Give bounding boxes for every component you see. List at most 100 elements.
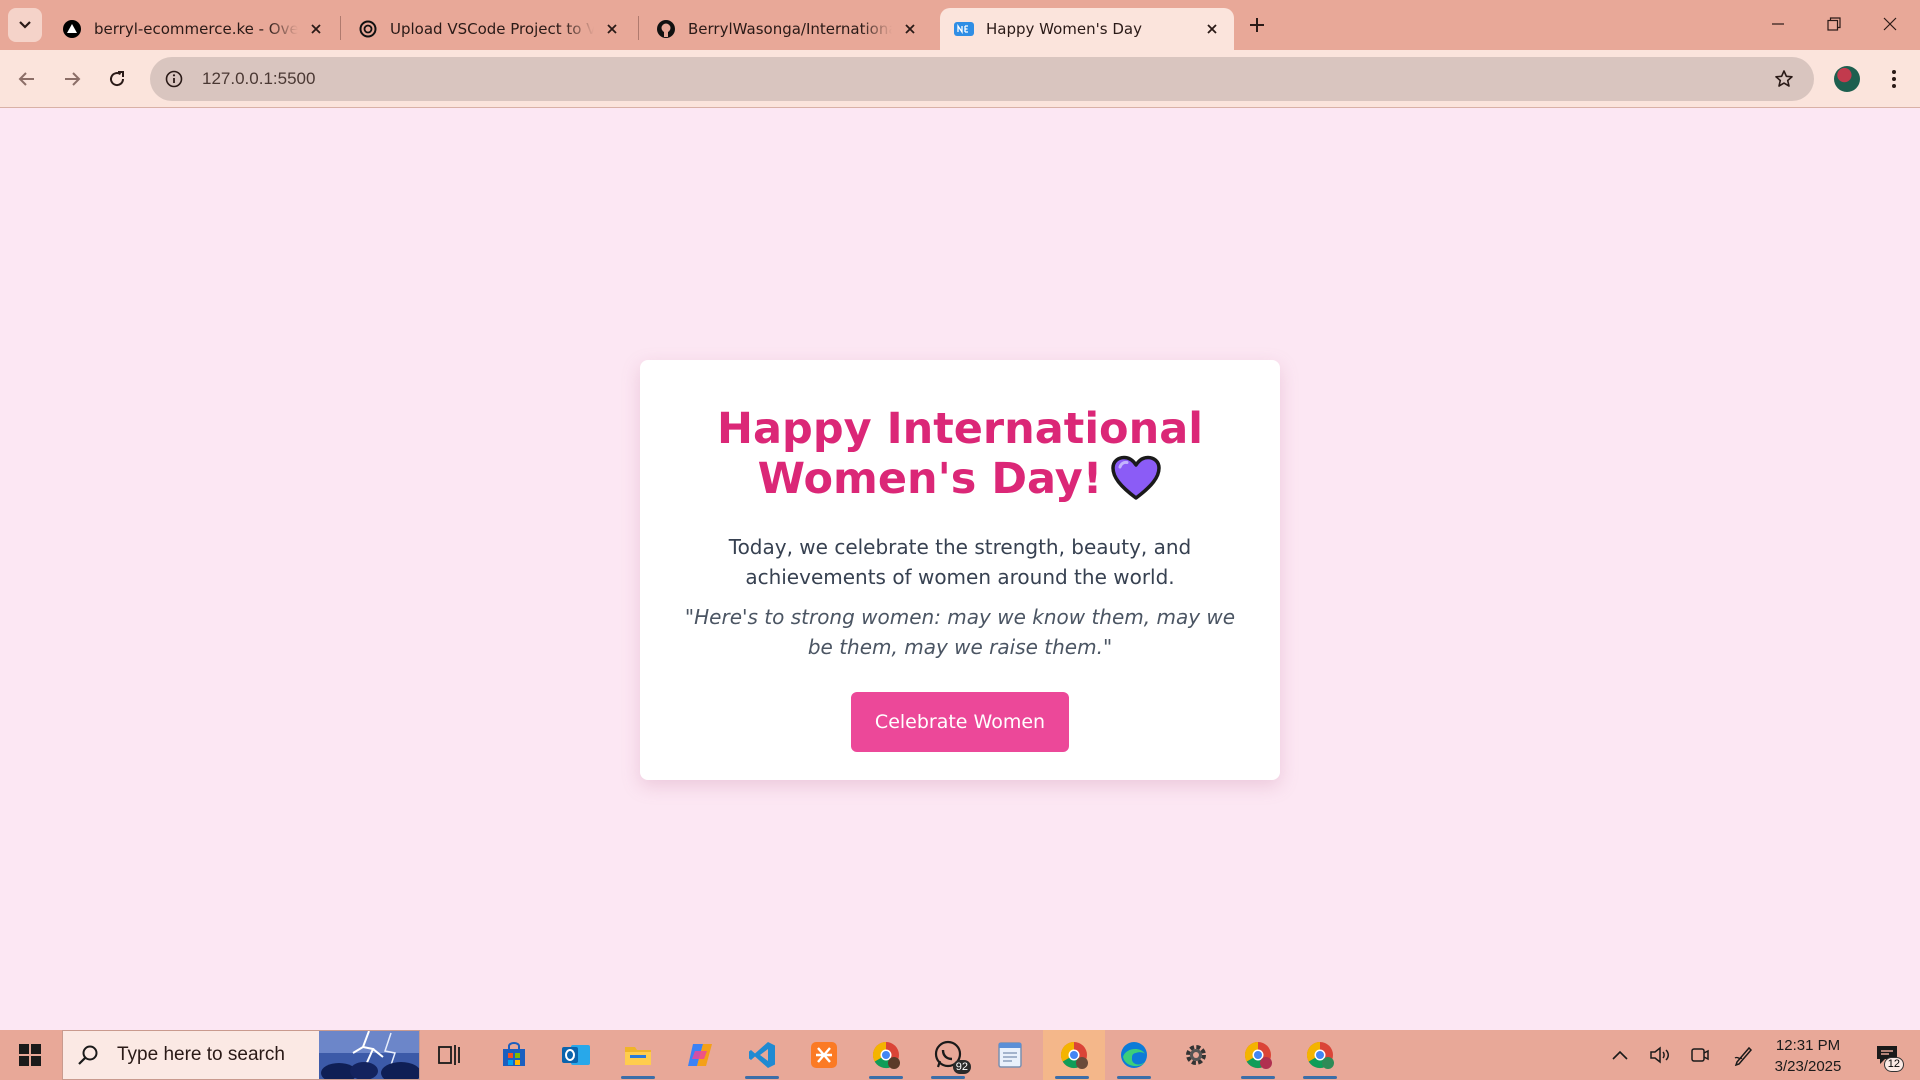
tab-title: Happy Women's Day [986,20,1142,38]
restore-button[interactable] [1806,0,1862,48]
tab-vercel-overview[interactable]: berryl-ecommerce.ke - Overview [48,8,338,50]
folder-icon [625,1047,651,1065]
forward-button[interactable] [54,61,90,97]
running-indicator [1303,1076,1337,1079]
whatsapp-button[interactable]: 92 [919,1030,977,1080]
profile-avatar[interactable] [1834,66,1860,92]
chrome-button[interactable] [1229,1030,1287,1080]
notification-center-button[interactable]: 12 [1862,1030,1912,1080]
tab-divider [638,16,639,40]
close-icon[interactable] [1202,19,1222,39]
start-button[interactable] [0,1030,60,1080]
camera-icon [1691,1048,1709,1062]
settings-button[interactable] [1167,1030,1225,1080]
arrow-right-icon [65,72,81,86]
greeting-card: Happy International Women's Day! Today, … [640,360,1280,780]
xampp-icon [811,1042,837,1068]
browser-toolbar: 127.0.0.1:5500 [0,50,1920,108]
minimize-icon [1772,23,1784,25]
windows-taskbar: Type here to search 92 12:31 PM 3/23/202… [0,1030,1920,1080]
quote-text: "Here's to strong women: may we know the… [684,605,1236,659]
whatsapp-unread-badge: 92 [952,1060,971,1074]
address-bar[interactable]: 127.0.0.1:5500 [150,57,1814,101]
plus-icon [1250,18,1264,32]
reload-button[interactable] [99,61,135,97]
close-icon[interactable] [900,19,920,39]
running-indicator [1117,1076,1151,1079]
tab-divider [340,16,341,40]
close-icon[interactable] [602,19,622,39]
chrome-icon [1306,1041,1334,1069]
chatgpt-icon [358,19,378,39]
edge-button[interactable] [1105,1030,1163,1080]
page-title: Happy International Women's Day! [640,404,1280,512]
copilot-icon [688,1044,712,1066]
notepad-icon [998,1042,1022,1068]
more-vertical-icon [1892,70,1896,88]
clock-time: 12:31 PM [1775,1037,1841,1054]
purple-heart-icon [1110,455,1162,512]
running-indicator [931,1076,965,1079]
vscode-button[interactable] [733,1030,791,1080]
address-text[interactable]: 127.0.0.1:5500 [202,69,315,89]
page-viewport: Happy International Women's Day! Today, … [0,109,1920,1030]
edge-icon [1121,1042,1147,1068]
running-indicator [1241,1076,1275,1079]
reload-icon [110,71,125,87]
intro-text: Today, we celebrate the strength, beauty… [728,535,1192,589]
site-info-icon[interactable] [162,67,186,91]
microsoft-store-icon [503,1042,525,1066]
tab-title: berryl-ecommerce.ke - Overview [94,20,298,38]
task-view-button[interactable] [421,1030,479,1080]
new-tab-button[interactable] [1240,10,1274,40]
vscode-icon [749,1042,775,1068]
minimize-button[interactable] [1750,0,1806,48]
running-indicator [745,1076,779,1079]
chevron-up-icon [1612,1050,1628,1060]
copilot-button[interactable] [671,1030,729,1080]
chevron-down-icon [19,21,31,29]
close-icon [1883,17,1897,31]
arrow-left-icon [18,72,34,86]
taskbar-search[interactable]: Type here to search [62,1030,420,1080]
gear-icon [1186,1045,1206,1065]
microsoft-store-button[interactable] [485,1030,543,1080]
outlook-button[interactable] [547,1030,605,1080]
back-button[interactable] [9,61,45,97]
pen-icon [1734,1046,1753,1066]
search-highlight-image [319,1031,419,1079]
bookmark-star-icon[interactable] [1772,67,1796,91]
meet-now-button[interactable] [1680,1030,1720,1080]
system-clock[interactable]: 12:31 PM 3/23/2025 [1762,1035,1854,1077]
chrome-icon [1244,1041,1272,1069]
xampp-button[interactable] [795,1030,853,1080]
browser-menu-button[interactable] [1880,64,1908,94]
chrome-profile-button[interactable] [857,1030,915,1080]
github-icon [656,19,676,39]
restore-icon [1827,17,1841,31]
chrome-active-button[interactable] [1043,1030,1105,1080]
search-icon [77,1044,101,1066]
tab-strip: berryl-ecommerce.ke - Overview Upload VS… [0,0,1920,50]
close-window-button[interactable] [1862,0,1918,48]
chrome-profile-2-button[interactable] [1291,1030,1349,1080]
notepad-button[interactable] [981,1030,1039,1080]
volume-button[interactable] [1640,1030,1680,1080]
tab-search-button[interactable] [8,8,42,42]
close-icon[interactable] [306,19,326,39]
clock-date: 3/23/2025 [1774,1058,1842,1075]
running-indicator [1055,1076,1089,1079]
pen-workspace-button[interactable] [1724,1030,1764,1080]
notification-count-badge: 12 [1883,1057,1904,1072]
tab-upload-vscode[interactable]: Upload VSCode Project to Vercel [344,8,634,50]
file-explorer-button[interactable] [609,1030,667,1080]
vercel-triangle-icon [62,19,82,39]
search-placeholder: Type here to search [117,1044,285,1065]
chrome-icon [1060,1041,1088,1069]
outlook-icon [562,1045,590,1065]
show-hidden-icons-button[interactable] [1600,1030,1640,1080]
speaker-icon [1650,1046,1669,1064]
tab-github-repo[interactable]: BerrylWasonga/International-W [642,8,932,50]
tab-happy-womens-day[interactable]: Happy Women's Day [940,8,1234,50]
celebrate-women-button[interactable]: Celebrate Women [851,692,1069,752]
